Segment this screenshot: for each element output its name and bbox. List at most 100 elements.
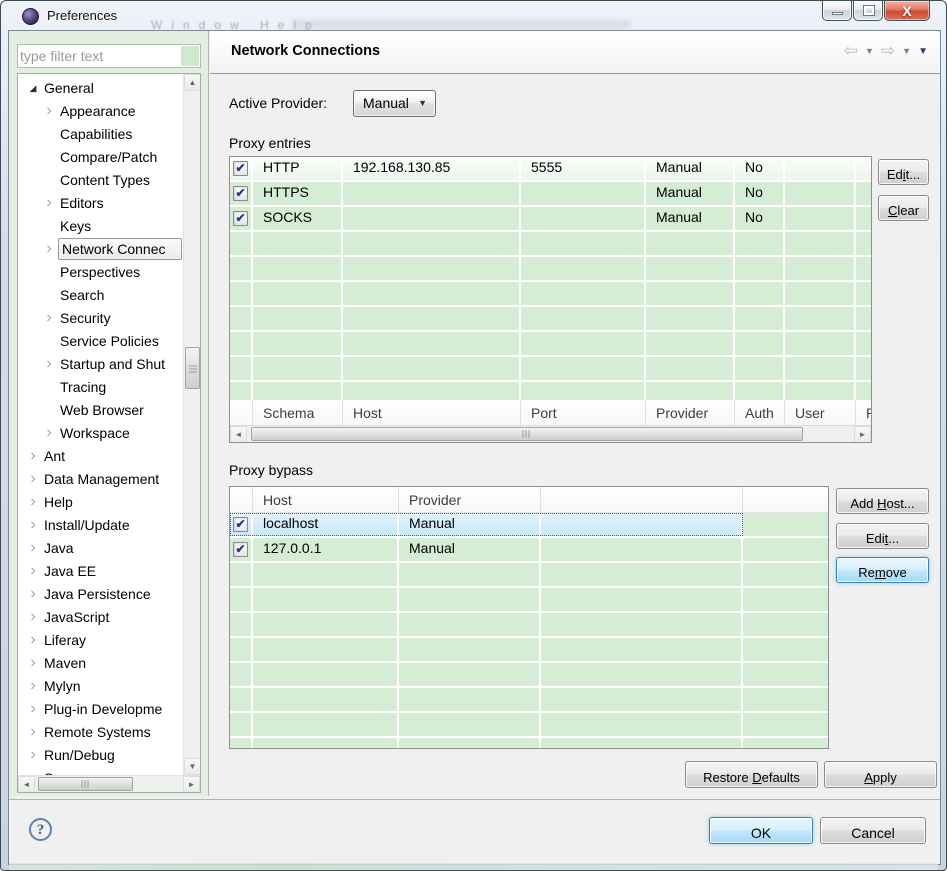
tree-horizontal-scrollbar[interactable]: ◄ ► xyxy=(18,775,200,792)
column-header-provider[interactable]: Provider xyxy=(646,400,735,426)
row-checkbox[interactable]: ✔ xyxy=(233,161,248,176)
tree-item-maven[interactable]: ›Maven xyxy=(18,652,183,675)
tree-item-network-connec[interactable]: ›Network Connec xyxy=(18,238,183,261)
maximize-button[interactable] xyxy=(853,1,883,21)
filter-input[interactable] xyxy=(20,46,180,66)
column-header-host[interactable]: Host xyxy=(343,400,521,426)
tree-collapsed-icon[interactable]: › xyxy=(42,237,56,260)
tree-item-appearance[interactable]: ›Appearance xyxy=(18,100,183,123)
clear-proxy-button[interactable]: Clear xyxy=(878,195,929,221)
tree-item-keys[interactable]: Keys xyxy=(18,215,183,238)
tree-collapsed-icon[interactable]: › xyxy=(26,628,40,651)
tree-item-general[interactable]: ◢General xyxy=(18,77,183,100)
apply-button[interactable]: Apply xyxy=(824,761,937,788)
tree-collapsed-icon[interactable]: › xyxy=(26,490,40,513)
tree-item-capabilities[interactable]: Capabilities xyxy=(18,123,183,146)
tree-item-workspace[interactable]: ›Workspace xyxy=(18,422,183,445)
column-header-checkbox[interactable] xyxy=(230,400,253,426)
tree-collapsed-icon[interactable]: › xyxy=(42,352,56,375)
scroll-right-button[interactable]: ► xyxy=(854,426,871,443)
tree-item-java-ee[interactable]: ›Java EE xyxy=(18,560,183,583)
column-header-p[interactable]: P xyxy=(856,400,871,426)
tree-item-service-policies[interactable]: Service Policies xyxy=(18,330,183,353)
column-header-checkbox[interactable] xyxy=(230,487,253,513)
entries-horizontal-scrollbar[interactable]: ◄ ► xyxy=(230,425,871,442)
tree-item-javascript[interactable]: ›JavaScript xyxy=(18,606,183,629)
tree-item-install-update[interactable]: ›Install/Update xyxy=(18,514,183,537)
active-provider-select[interactable]: Manual ▼ xyxy=(353,90,436,117)
tree-collapsed-icon[interactable]: › xyxy=(26,444,40,467)
tree-collapsed-icon[interactable]: › xyxy=(42,191,56,214)
tree-item-liferay[interactable]: ›Liferay xyxy=(18,629,183,652)
edit-bypass-button[interactable]: Edit... xyxy=(836,523,929,549)
tree-collapsed-icon[interactable]: › xyxy=(42,421,56,444)
tree-collapsed-icon[interactable]: › xyxy=(26,766,40,775)
tree-item-ant[interactable]: ›Ant xyxy=(18,445,183,468)
entries-hscrollbar-thumb[interactable] xyxy=(251,427,803,441)
tree-item-web-browser[interactable]: Web Browser xyxy=(18,399,183,422)
scroll-up-button[interactable]: ▲ xyxy=(184,74,201,91)
minimize-button[interactable] xyxy=(822,1,852,21)
table-row[interactable]: ✔HTTPSManualNo xyxy=(230,182,871,207)
tree-collapsed-icon[interactable]: › xyxy=(26,582,40,605)
forward-icon[interactable]: ⇨ xyxy=(881,42,895,60)
ok-button[interactable]: OK xyxy=(709,817,813,844)
edit-proxy-button[interactable]: Edit... xyxy=(878,159,929,185)
window-titlebar[interactable]: Preferences Window Help X xyxy=(1,1,946,31)
tree-item-compare-patch[interactable]: Compare/Patch xyxy=(18,146,183,169)
cancel-button[interactable]: Cancel xyxy=(820,817,926,844)
back-icon[interactable]: ⇦ xyxy=(844,42,858,60)
close-button[interactable]: X xyxy=(884,1,930,21)
column-header-user[interactable]: User xyxy=(785,400,856,426)
tree-item-run-debug[interactable]: ›Run/Debug xyxy=(18,744,183,767)
tree-collapsed-icon[interactable]: › xyxy=(26,720,40,743)
tree-collapsed-icon[interactable]: › xyxy=(26,513,40,536)
column-header-host[interactable]: Host xyxy=(253,487,399,513)
tree-collapsed-icon[interactable]: › xyxy=(26,697,40,720)
tree-collapsed-icon[interactable]: › xyxy=(26,651,40,674)
tree-collapsed-icon[interactable]: › xyxy=(26,674,40,697)
row-checkbox[interactable]: ✔ xyxy=(233,542,248,557)
scroll-right-button[interactable]: ► xyxy=(183,776,200,793)
table-row[interactable]: ✔HTTP192.168.130.855555ManualNo xyxy=(230,157,871,182)
tree-collapsed-icon[interactable]: › xyxy=(26,536,40,559)
tree-item-content-types[interactable]: Content Types xyxy=(18,169,183,192)
forward-dropdown-icon[interactable]: ▼ xyxy=(902,46,911,56)
table-row[interactable]: ✔SOCKSManualNo xyxy=(230,207,871,232)
tree-expanded-icon[interactable]: ◢ xyxy=(26,77,40,100)
column-header-schema[interactable]: Schema xyxy=(253,400,343,426)
tree-item-search[interactable]: Search xyxy=(18,284,183,307)
tree-item-server[interactable]: ›Server xyxy=(18,767,183,775)
tree-item-plug-in-developme[interactable]: ›Plug-in Developme xyxy=(18,698,183,721)
column-header-blank[interactable] xyxy=(541,487,743,513)
tree-item-mylyn[interactable]: ›Mylyn xyxy=(18,675,183,698)
scroll-left-button[interactable]: ◄ xyxy=(230,426,247,443)
view-menu-icon[interactable]: ▼ xyxy=(918,46,928,57)
tree-item-security[interactable]: ›Security xyxy=(18,307,183,330)
tree-collapsed-icon[interactable]: › xyxy=(26,743,40,766)
column-header-port[interactable]: Port xyxy=(521,400,646,426)
row-checkbox[interactable]: ✔ xyxy=(233,186,248,201)
column-header-auth[interactable]: Auth xyxy=(735,400,785,426)
tree-item-tracing[interactable]: Tracing xyxy=(18,376,183,399)
tree-collapsed-icon[interactable]: › xyxy=(42,99,56,122)
remove-bypass-button[interactable]: Remove xyxy=(836,557,929,583)
back-dropdown-icon[interactable]: ▼ xyxy=(865,46,874,56)
tree-collapsed-icon[interactable]: › xyxy=(26,467,40,490)
tree-item-startup-and-shut[interactable]: ›Startup and Shut xyxy=(18,353,183,376)
tree-item-remote-systems[interactable]: ›Remote Systems xyxy=(18,721,183,744)
table-row[interactable]: ✔127.0.0.1Manual xyxy=(230,538,828,563)
tree-collapsed-icon[interactable]: › xyxy=(42,306,56,329)
row-checkbox[interactable]: ✔ xyxy=(233,211,248,226)
tree-item-help[interactable]: ›Help xyxy=(18,491,183,514)
tree-hscrollbar-thumb[interactable] xyxy=(38,777,133,791)
tree-item-editors[interactable]: ›Editors xyxy=(18,192,183,215)
tree-item-java-persistence[interactable]: ›Java Persistence xyxy=(18,583,183,606)
tree-item-perspectives[interactable]: Perspectives xyxy=(18,261,183,284)
restore-defaults-button[interactable]: Restore Defaults xyxy=(685,761,818,788)
table-row[interactable]: ✔localhostManual xyxy=(230,513,828,538)
tree-item-java[interactable]: ›Java xyxy=(18,537,183,560)
row-checkbox[interactable]: ✔ xyxy=(233,517,248,532)
add-host-button[interactable]: Add Host... xyxy=(836,488,929,514)
tree-collapsed-icon[interactable]: › xyxy=(26,559,40,582)
